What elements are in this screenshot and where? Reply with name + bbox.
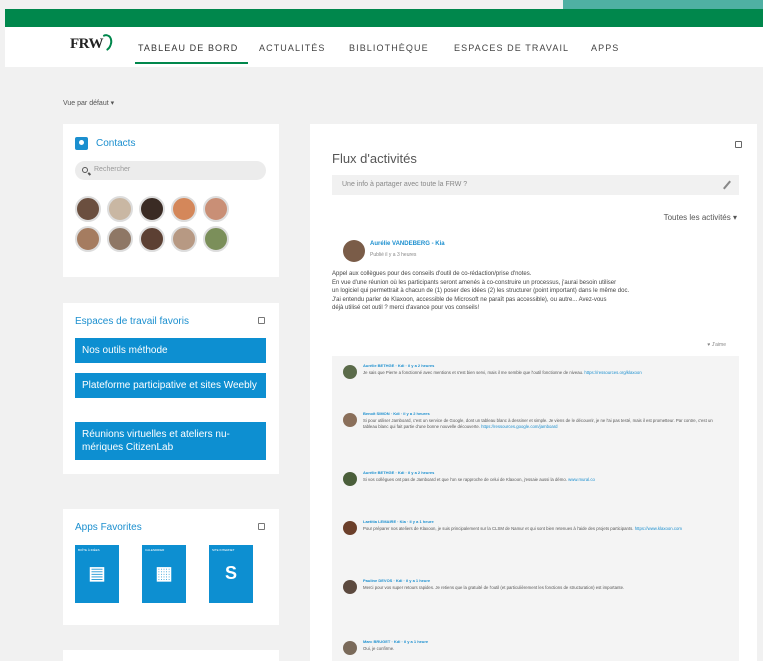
nav-tab-actualites[interactable]: ACTUALITÉS	[259, 43, 326, 53]
contact-avatar[interactable]	[139, 226, 165, 252]
contacts-search-placeholder: Rechercher	[94, 166, 131, 173]
avatar[interactable]	[343, 365, 357, 379]
favorite-apps-card: Apps Favorites BOÎTE À IDÉES ▤ CALENDRIE…	[63, 509, 279, 625]
post-date: Publié il y a 3 heures	[370, 252, 417, 258]
app-tile-label: SITE INTERNET	[212, 548, 235, 552]
comment-text: Oui, je confirme.	[363, 646, 728, 652]
comment-author[interactable]: Aurélie BETHGE · Kdi · il y a 2 heures	[363, 363, 434, 368]
settings-square-icon[interactable]	[258, 317, 265, 324]
app-tile-boite-a-idees[interactable]: BOÎTE À IDÉES ▤	[75, 545, 119, 603]
avatar[interactable]	[343, 240, 365, 262]
favorite-workspaces-title: Espaces de travail favoris	[75, 316, 189, 327]
main-navigation: FRW TABLEAU DE BORD ACTUALITÉS BIBLIOTHÈ…	[5, 27, 763, 67]
comment-text: Merci pour vos super retours rapides. Je…	[363, 585, 728, 591]
comment-text: Si pour utiliser Jamboard, c'est un serv…	[363, 418, 728, 430]
contacts-title: Contacts	[96, 138, 136, 149]
workspace-button-outils-methode[interactable]: Nos outils méthode	[75, 338, 266, 363]
comment-body: Si vos collègues ont pas de Jamboard et …	[363, 477, 567, 482]
avatar[interactable]	[343, 641, 357, 655]
contact-avatar[interactable]	[75, 226, 101, 252]
contact-avatar[interactable]	[203, 196, 229, 222]
avatar[interactable]	[343, 472, 357, 486]
top-green-bar	[5, 0, 763, 27]
share-input[interactable]: Une info à partager avec toute la FRW ?	[332, 175, 739, 195]
pencil-icon[interactable]	[723, 180, 731, 190]
avatar[interactable]	[343, 580, 357, 594]
comments-thread: Aurélie BETHGE · Kdi · il y a 2 heures Je…	[332, 356, 739, 661]
comment-link[interactable]: https://ressources.org/klaxoon	[584, 370, 641, 375]
post-line: Appel aux collègues pour des conseils d'…	[332, 271, 532, 277]
app-tile-site-internet[interactable]: SITE INTERNET S	[209, 545, 253, 603]
contacts-icon	[75, 137, 88, 150]
website-s-icon: S	[224, 563, 237, 583]
post-line: déjà utilisé cet outil ? merci d'avance …	[332, 305, 480, 311]
contacts-avatar-grid	[75, 196, 245, 252]
favorite-apps-title: Apps Favorites	[75, 522, 142, 533]
comment-author[interactable]: Laetitia LEMAIRE · Kia · il y a 1 heure	[363, 519, 434, 524]
calendar-icon: ▦	[155, 563, 173, 583]
nav-tab-apps[interactable]: APPS	[591, 43, 619, 53]
feed-title: Flux d'activités	[332, 151, 417, 166]
activity-filter-dropdown[interactable]: Toutes les activités ▾	[664, 213, 737, 222]
comment-body: Je sais que Pierre a fonctionné avec men…	[363, 370, 584, 375]
comment-body: Merci pour vos super retours rapides. Je…	[363, 585, 625, 590]
app-tile-label: CALENDRIER	[145, 548, 165, 552]
contact-avatar[interactable]	[75, 196, 101, 222]
next-card-partial	[63, 650, 279, 661]
comment-author[interactable]: Aurélie BETHGE · Kdi · il y a 2 heures	[363, 470, 434, 475]
post-body: Appel aux collègues pour des conseils d'…	[332, 270, 737, 313]
post-author[interactable]: Aurélie VANDEBERG - Kia	[370, 241, 445, 247]
app-tile-calendrier[interactable]: CALENDRIER ▦	[142, 545, 186, 603]
share-placeholder: Une info à partager avec toute la FRW ?	[342, 181, 468, 188]
settings-square-icon[interactable]	[735, 141, 742, 148]
contacts-header: Contacts	[75, 137, 135, 150]
comment-link[interactable]: https://ressources.google.com/jamboard	[481, 424, 557, 429]
comment-body: Pour préparer nos ateliers de Klaxoon, j…	[363, 526, 634, 531]
settings-square-icon[interactable]	[258, 523, 265, 530]
nav-tab-tableau-de-bord[interactable]: TABLEAU DE BORD	[138, 43, 238, 53]
contact-avatar[interactable]	[107, 226, 133, 252]
contact-avatar[interactable]	[139, 196, 165, 222]
inbox-icon: ▤	[88, 563, 106, 583]
avatar[interactable]	[343, 521, 357, 535]
workspace-button-plateforme-participative[interactable]: Plateforme participative et sites Weebly	[75, 373, 266, 398]
comment-body: Oui, je confirme.	[363, 646, 395, 651]
contact-avatar[interactable]	[107, 196, 133, 222]
comment-author[interactable]: Benoît SIMON · Kdi · il y a 2 heures	[363, 411, 430, 416]
active-tab-underline	[135, 62, 248, 64]
contact-avatar[interactable]	[203, 226, 229, 252]
comment-text: Pour préparer nos ateliers de Klaxoon, j…	[363, 526, 728, 532]
avatar[interactable]	[343, 413, 357, 427]
activity-feed-card: Flux d'activités Une info à partager ave…	[310, 124, 757, 661]
post-line: J'ai entendu parler de Klaxoon, accessib…	[332, 296, 607, 303]
nav-tab-bibliotheque[interactable]: BIBLIOTHÈQUE	[349, 43, 429, 53]
contacts-card: Contacts Rechercher	[63, 124, 279, 277]
contacts-search-input[interactable]: Rechercher	[75, 161, 266, 180]
comment-author[interactable]: Marc BRUGET · Kdi · il y a 1 heure	[363, 639, 428, 644]
comment-text: Si vos collègues ont pas de Jamboard et …	[363, 477, 728, 483]
post-line: En vue d'une réunion où les participants…	[332, 279, 617, 286]
post-line: un logiciel qui permettrait à chacun de …	[332, 288, 630, 294]
contact-avatar[interactable]	[171, 196, 197, 222]
favorite-workspaces-card: Espaces de travail favoris Nos outils mé…	[63, 303, 279, 474]
comment-text: Je sais que Pierre a fonctionné avec men…	[363, 370, 728, 376]
search-icon	[82, 167, 88, 173]
comment-link[interactable]: www.mural.co	[568, 477, 595, 482]
comment-link[interactable]: https://www.klaxoon.com	[635, 526, 682, 531]
top-accent-tab	[563, 0, 763, 9]
view-selector[interactable]: Vue par défaut ▾	[63, 99, 114, 107]
workspace-button-reunions-virtuelles[interactable]: Réunions virtuelles et ateliers nu-mériq…	[75, 422, 266, 460]
contact-avatar[interactable]	[171, 226, 197, 252]
app-tile-label: BOÎTE À IDÉES	[78, 548, 100, 552]
comment-author[interactable]: Pauline DEVOS · Kdi · il y a 1 heure	[363, 578, 430, 583]
nav-tab-espaces-de-travail[interactable]: ESPACES DE TRAVAIL	[454, 43, 569, 53]
like-button[interactable]: ♥ J'aime	[707, 342, 726, 348]
